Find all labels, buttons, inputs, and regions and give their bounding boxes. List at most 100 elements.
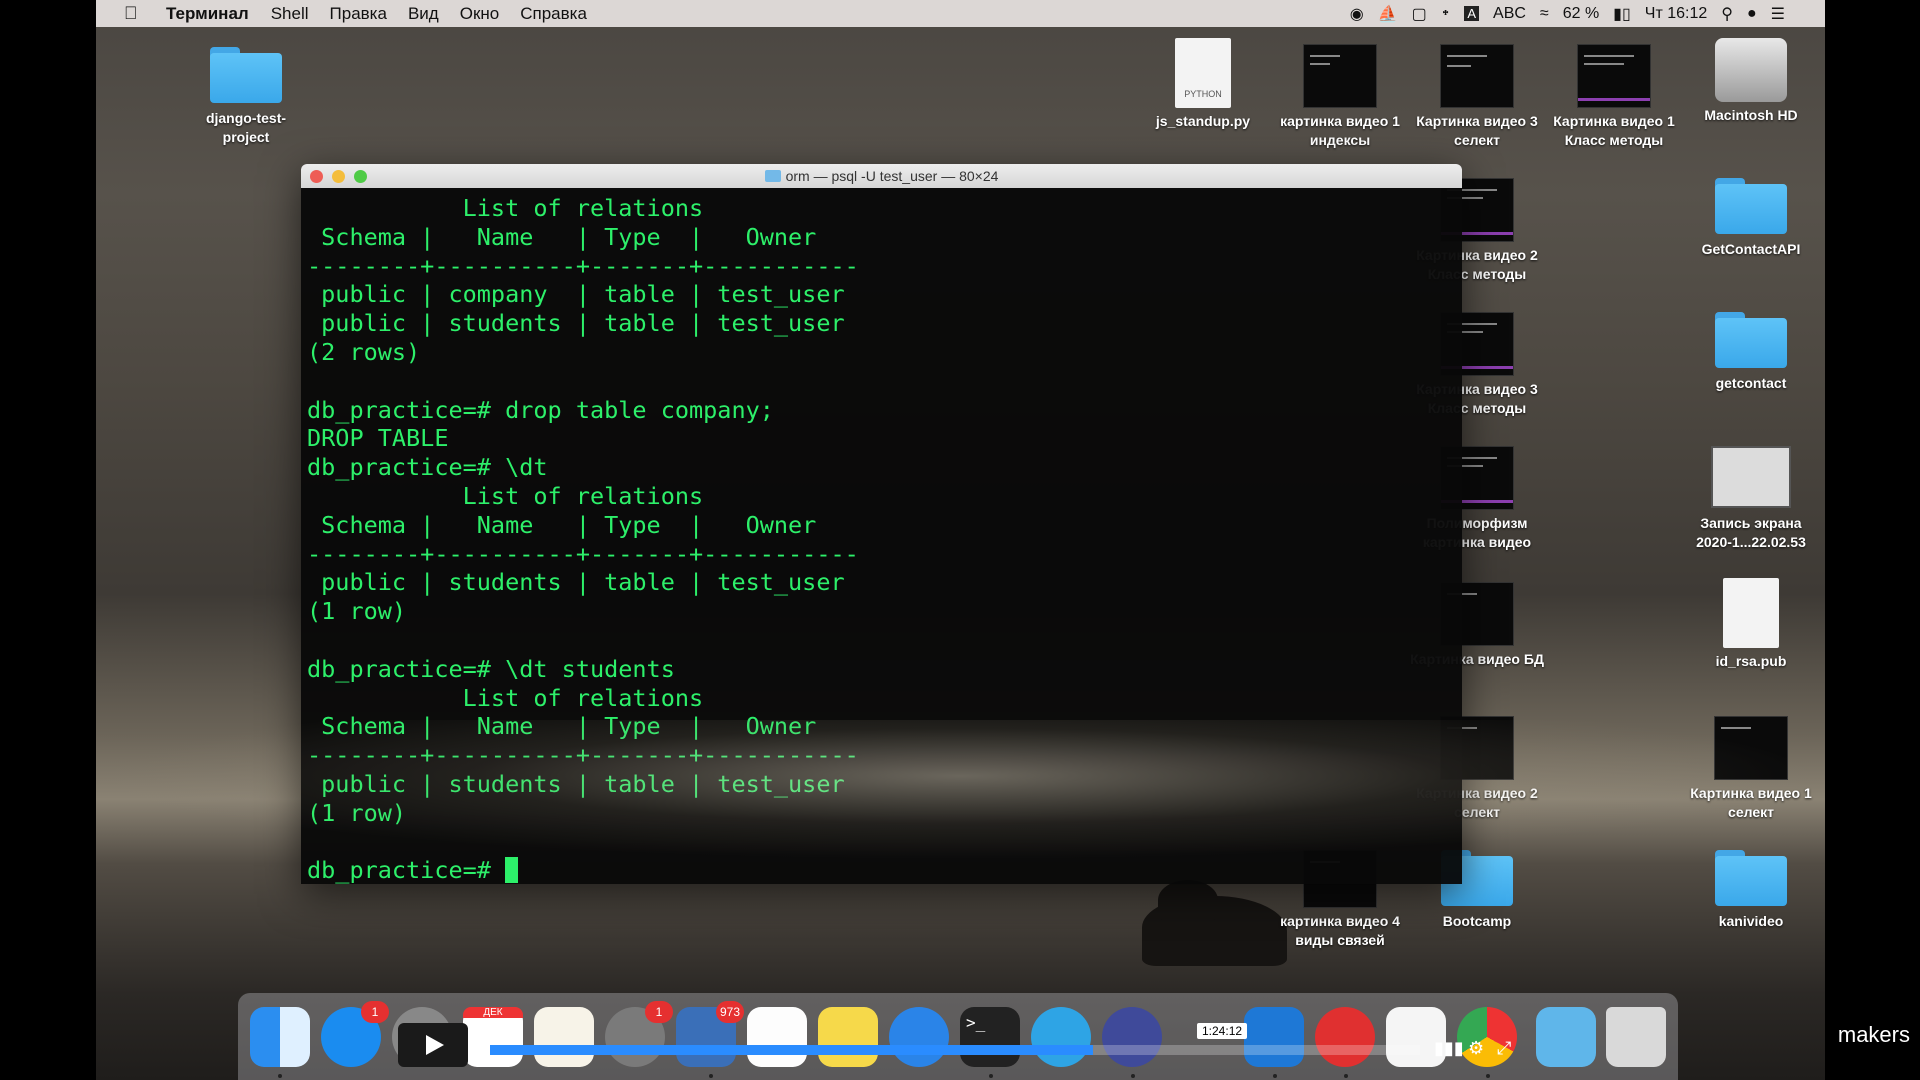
desktop-folder-getcontactapi[interactable]: GetContactAPI: [1681, 178, 1821, 259]
desktop-file-id-rsa[interactable]: id_rsa.pub: [1681, 578, 1821, 671]
menu-help[interactable]: Справка: [520, 4, 587, 24]
image-thumbnail-icon: [1577, 44, 1651, 108]
terminal-window[interactable]: orm — psql -U test_user — 80×24 List of …: [301, 164, 1462, 884]
siri-icon[interactable]: ●: [1747, 5, 1757, 23]
notification-center-icon[interactable]: ☰: [1771, 4, 1785, 24]
terminal-line: db_practice=#: [307, 856, 1462, 884]
vscode-icon[interactable]: [1244, 1007, 1304, 1067]
status-area: ◉ ⛵ ▢ ᛭ A ABC ≈ 62 % ▮▯ Чт 16:12 ⚲ ● ☰: [1350, 0, 1785, 27]
desktop-folder-django[interactable]: django-test- project: [176, 47, 316, 147]
running-indicator: [989, 1074, 993, 1078]
system-preferences-icon[interactable]: 1: [605, 1001, 673, 1067]
menu-bar:  Терминал Shell Правка Вид Окно Справка…: [96, 0, 1825, 27]
clock[interactable]: Чт 16:12: [1645, 5, 1707, 23]
keyboard-layout-icon[interactable]: A: [1464, 6, 1480, 21]
video-thumbnail-icon: [1711, 446, 1791, 508]
video-timecode: 1:24:12: [1197, 1023, 1248, 1039]
terminal-line: Schema | Name | Type | Owner: [307, 510, 817, 539]
telegram-icon[interactable]: [1031, 1007, 1091, 1067]
desktop-icon-label: Macintosh HD: [1704, 107, 1798, 123]
terminal-line: (1 row): [307, 798, 407, 827]
fullscreen-icon[interactable]: ⤢: [1497, 1038, 1511, 1059]
notes-icon[interactable]: [818, 1007, 878, 1067]
mail-icon[interactable]: [1315, 1007, 1375, 1067]
running-indicator: [1131, 1074, 1135, 1078]
menu-edit[interactable]: Правка: [330, 4, 387, 24]
battery-percent[interactable]: 62 %: [1563, 5, 1599, 23]
desktop-file-js-standup[interactable]: PYTHON js_standup.py: [1133, 38, 1273, 131]
running-indicator: [1486, 1074, 1490, 1078]
volume-icon[interactable]: ▮▮▮: [1434, 1038, 1464, 1059]
terminal-line: --------+----------+-------+-----------: [307, 251, 859, 280]
desktop-folder-kanivideo[interactable]: kanivideo: [1681, 850, 1821, 931]
hard-drive-icon: [1715, 38, 1787, 102]
terminal-cursor: [505, 857, 519, 884]
mail-stamp-icon[interactable]: 973: [676, 1001, 744, 1067]
browser-icon[interactable]: [1102, 1007, 1162, 1067]
play-button[interactable]: [398, 1023, 468, 1067]
wifi-icon[interactable]: ≈: [1540, 5, 1549, 23]
desktop-image-2[interactable]: Картинка видео 3 селект: [1407, 44, 1547, 150]
apple-menu-icon[interactable]: : [124, 3, 144, 24]
video-progress-bar[interactable]: [490, 1045, 1420, 1055]
running-indicator: [709, 1074, 713, 1078]
docker-icon[interactable]: ⛵: [1378, 4, 1398, 24]
safari-icon[interactable]: [889, 1007, 949, 1067]
image-thumbnail-icon: [1303, 44, 1377, 108]
document-icon: [1723, 578, 1779, 648]
terminal-line: db_practice=# \dt: [307, 453, 548, 482]
window-icon[interactable]: ▢: [1412, 4, 1427, 24]
terminal-line: public | company | table | test_user: [307, 280, 845, 309]
reminders-icon[interactable]: [747, 1007, 807, 1067]
terminal-line: --------+----------+-------+-----------: [307, 539, 859, 568]
running-indicator: [278, 1074, 282, 1078]
terminal-output[interactable]: List of relations Schema | Name | Type |…: [301, 188, 1462, 884]
app-store-badge: 1: [361, 1001, 389, 1023]
desktop-icon-label: django-test- project: [205, 110, 287, 145]
desktop-icon-label: js_standup.py: [1155, 113, 1251, 129]
terminal-line: (1 row): [307, 597, 407, 626]
menu-window[interactable]: Окно: [460, 4, 500, 24]
menu-view[interactable]: Вид: [408, 4, 439, 24]
desktop-icon-label: kanivideo: [1718, 913, 1784, 929]
desktop-screen-recording[interactable]: Запись экрана 2020-1...22.02.53: [1681, 446, 1821, 552]
terminal-line: List of relations: [307, 481, 704, 510]
terminal-line: DROP TABLE: [307, 424, 449, 453]
desktop-folder-getcontact[interactable]: getcontact: [1681, 312, 1821, 393]
desktop-image-1[interactable]: картинка видео 1 индексы: [1270, 44, 1410, 150]
trash-icon[interactable]: [1606, 1007, 1666, 1067]
terminal-line: (2 rows): [307, 337, 421, 366]
record-icon[interactable]: ◉: [1350, 4, 1364, 24]
spotlight-search-icon[interactable]: ⚲: [1721, 4, 1733, 24]
terminal-title-bar[interactable]: orm — psql -U test_user — 80×24: [301, 164, 1462, 188]
pages-icon[interactable]: [534, 1007, 594, 1067]
app-store-icon[interactable]: 1: [321, 1001, 389, 1067]
finder-icon[interactable]: [250, 1007, 310, 1067]
desktop-icon-label: Картинка видео 1 Класс методы: [1553, 113, 1675, 148]
keyboard-layout-label[interactable]: ABC: [1493, 5, 1526, 23]
downloads-folder-icon[interactable]: [1536, 1007, 1596, 1067]
terminal-line: public | students | table | test_user: [307, 309, 845, 338]
desktop-icon-label: Bootcamp: [1442, 913, 1512, 929]
terminal-line: Schema | Name | Type | Owner: [307, 222, 817, 251]
terminal-title: orm — psql -U test_user — 80×24: [301, 168, 1462, 184]
desktop-image-3[interactable]: Картинка видео 1 Класс методы: [1544, 44, 1684, 150]
terminal-line: List of relations: [307, 194, 704, 222]
menu-shell[interactable]: Shell: [271, 4, 309, 24]
terminal-title-text: orm — psql -U test_user — 80×24: [785, 168, 999, 184]
menu-app-name[interactable]: Терминал: [166, 4, 249, 24]
settings-gear-icon[interactable]: ⚙: [1468, 1038, 1484, 1059]
calendar-icon[interactable]: ДЕК: [463, 1007, 523, 1067]
desktop-icon-label: картинка видео 1 индексы: [1280, 113, 1400, 148]
desktop-disk-macintosh-hd[interactable]: Macintosh HD: [1681, 38, 1821, 125]
desktop-image-1-select[interactable]: Картинка видео 1 селект: [1681, 716, 1821, 822]
python-file-icon: PYTHON: [1175, 38, 1231, 108]
folder-icon: [1715, 312, 1787, 368]
terminal-dock-icon[interactable]: >_: [960, 1007, 1020, 1067]
desktop-icon-label: getcontact: [1715, 375, 1787, 391]
video-progress-fill: [490, 1045, 1093, 1055]
bluetooth-icon[interactable]: ᛭: [1441, 5, 1451, 23]
image-thumbnail-icon: [1714, 716, 1788, 780]
